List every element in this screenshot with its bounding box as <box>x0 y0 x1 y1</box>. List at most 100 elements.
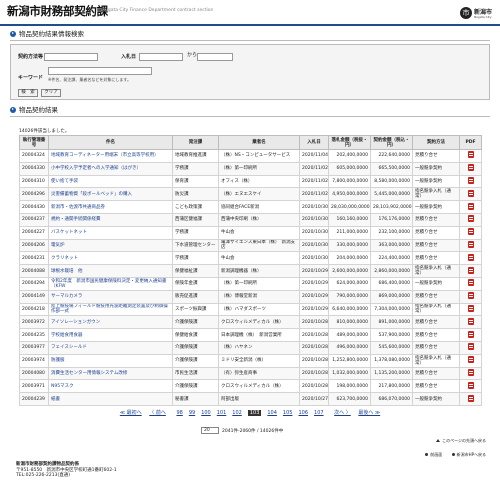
page-number-link[interactable]: 103 <box>247 410 262 416</box>
date-to-input[interactable] <box>197 53 233 61</box>
department-cell: スポーツ振興課 <box>172 302 219 317</box>
home-link[interactable]: 新潟市HPへ戻る <box>457 452 486 457</box>
pdf-icon[interactable] <box>467 394 474 402</box>
pdf-icon[interactable] <box>467 330 474 338</box>
pdf-icon[interactable] <box>467 189 474 197</box>
contract-method-cell: 見積り合せ <box>412 340 460 355</box>
pdf-icon[interactable] <box>467 176 474 184</box>
mgmt-number-cell: 20004206 <box>19 238 49 253</box>
pdf-icon[interactable] <box>467 343 474 351</box>
subject-cell[interactable]: 球根水栽培 他 <box>48 264 173 278</box>
bid-amount-cell: 624,000,0000 <box>328 276 371 291</box>
vendor-cell: （株）ハマダスポーツ <box>218 302 300 317</box>
subject-cell[interactable]: フェイスシールド <box>48 340 173 355</box>
mgmt-number-cell: 20003971 <box>19 379 49 394</box>
subject-cell[interactable]: サーマルカメラ <box>48 289 173 304</box>
pdf-icon[interactable] <box>467 164 474 172</box>
city-logo[interactable]: 市 新潟市 Niigata City <box>460 4 494 22</box>
subject-cell[interactable]: 使い捨て手袋 <box>48 174 173 189</box>
contract-method-cell: 一般競争契約 <box>412 161 460 176</box>
subject-cell[interactable]: 災害備蓄物資「段ボールベッド」の購入 <box>48 187 173 202</box>
page-number-link[interactable]: 100 <box>201 410 211 416</box>
subject-cell[interactable]: 規約・通関手続関係経費 <box>48 212 173 227</box>
city-logo-name-en: Niigata City <box>474 15 492 19</box>
contract-amount-cell: 686,400,0000 <box>370 276 413 291</box>
contract-method-cell: 見積り合せ <box>412 212 460 227</box>
search-button[interactable]: 検 索 <box>18 89 38 97</box>
mgmt-number-cell: 20004231 <box>19 251 49 266</box>
keyword-label: キーワード <box>18 75 44 81</box>
subject-cell[interactable]: 消費生活センター用情報システム改修 <box>48 366 173 381</box>
vendor-cell: （株）博報堂新潟 <box>218 289 300 304</box>
column-header: PDF <box>459 135 482 150</box>
contract-method-cell: 見積り合せ <box>412 238 460 253</box>
vendor-cell: 牛山会 <box>218 225 300 240</box>
date-from-text: から <box>187 52 198 58</box>
page-number-link[interactable]: 105 <box>283 410 293 416</box>
page-number-link[interactable]: 99 <box>189 410 195 416</box>
pdf-cell <box>459 315 482 330</box>
pdf-icon[interactable] <box>467 368 474 376</box>
result-range: 2041件-2060件 / 14026件中 <box>222 429 284 434</box>
department-cell: 学務課 <box>172 161 219 176</box>
bid-amount-cell: 160,160,0000 <box>328 212 371 227</box>
date-from-input[interactable] <box>139 53 183 61</box>
page-number-link[interactable]: 101 <box>217 410 227 416</box>
per-page-select[interactable]: 20 <box>201 427 219 434</box>
contract-amount-cell: 363,000,0000 <box>370 238 413 253</box>
pdf-icon[interactable] <box>467 240 474 248</box>
page-number-link[interactable]: 106 <box>298 410 308 416</box>
table-row: 20004080 消費生活センター用情報システム改修 市民生活課 （有）弥生産商事 20… <box>19 366 482 381</box>
subject-cell[interactable]: 電気炉 <box>48 238 173 253</box>
subject-cell[interactable]: バスケットネット <box>48 225 173 240</box>
next-page-link[interactable]: 次へ 〉 <box>334 409 351 416</box>
bid-amount-cell: 204,000,0000 <box>328 251 371 266</box>
search-section-title: 物品契約結果情報検索 <box>19 30 84 38</box>
subject-cell[interactable]: 新潟市・佐渡市共通商品券 <box>48 200 173 214</box>
bid-date-cell: 2020/10/30 <box>299 238 329 253</box>
bid-date-cell: 2020/10/28 <box>299 340 329 355</box>
page-number-link[interactable]: 102 <box>232 410 242 416</box>
subject-cell[interactable]: N95マスク <box>48 379 173 394</box>
contract-amount-cell: 686,070,0000 <box>370 392 413 406</box>
pdf-icon[interactable] <box>467 317 474 325</box>
pdf-icon[interactable] <box>467 356 474 364</box>
table-row: 20004330 小中学校入学予定者への入学通知（はがき） 学務課 （株）第一印刷所 2… <box>19 161 482 176</box>
pdf-icon[interactable] <box>467 304 474 312</box>
pdf-icon[interactable] <box>467 151 474 159</box>
first-page-link[interactable]: ≪ 最初へ <box>120 409 142 416</box>
subject-cell[interactable]: 小中学校入学予定者への入学通知（はがき） <box>48 161 173 176</box>
subject-cell[interactable]: クラリネット <box>48 251 173 266</box>
page-number-link[interactable]: 98 <box>176 410 182 416</box>
pdf-icon[interactable] <box>467 279 474 287</box>
pdf-icon[interactable] <box>467 215 474 223</box>
pdf-icon[interactable] <box>467 266 474 274</box>
pdf-icon[interactable] <box>467 228 474 236</box>
bid-amount-cell: 1,252,800,0000 <box>328 353 371 368</box>
last-page-link[interactable]: 最後へ ≫ <box>358 409 380 416</box>
clear-button[interactable]: クリア <box>41 89 61 97</box>
prev-page-link[interactable]: 〈 前へ <box>149 409 166 416</box>
mgmt-number-cell: 20004330 <box>19 161 49 176</box>
subject-cell[interactable]: 学校給食用食器 <box>48 328 173 342</box>
keyword-input[interactable] <box>48 67 152 75</box>
mgmt-number-cell: 20004310 <box>19 174 49 189</box>
subject-cell[interactable]: アイソレーションガウン <box>48 315 173 330</box>
vendor-cell: オフィス（株） <box>218 174 300 189</box>
page-top-link[interactable]: このページの先頭へ戻る <box>436 438 486 444</box>
subject-cell[interactable]: 紙書 <box>48 392 173 406</box>
pdf-icon[interactable] <box>467 202 474 210</box>
site-title[interactable]: 新潟市財務部契約課 <box>7 3 108 19</box>
bid-amount-cell: 623,700,0000 <box>328 392 371 406</box>
pdf-icon[interactable] <box>467 292 474 300</box>
subject-cell[interactable]: 防護服 <box>48 353 173 368</box>
subject-cell[interactable]: 地域教育コーディネーター用端末（市立高等学校用） <box>48 149 173 163</box>
subject-cell[interactable]: 陸上競技場フィールド競技用光波距離測定装置及び制御操作部一式 <box>48 302 173 317</box>
pdf-icon[interactable] <box>467 253 474 261</box>
contract-method-select[interactable] <box>44 53 98 61</box>
prev-screen-link[interactable]: 前画面 <box>430 452 442 457</box>
page-number-link[interactable]: 107 <box>314 410 324 416</box>
subject-cell[interactable]: 令和2年度 新潟市国民健康保険料決定・変更納入通知書（KFW <box>48 276 173 291</box>
pdf-icon[interactable] <box>467 381 474 389</box>
page-number-link[interactable]: 104 <box>267 410 277 416</box>
